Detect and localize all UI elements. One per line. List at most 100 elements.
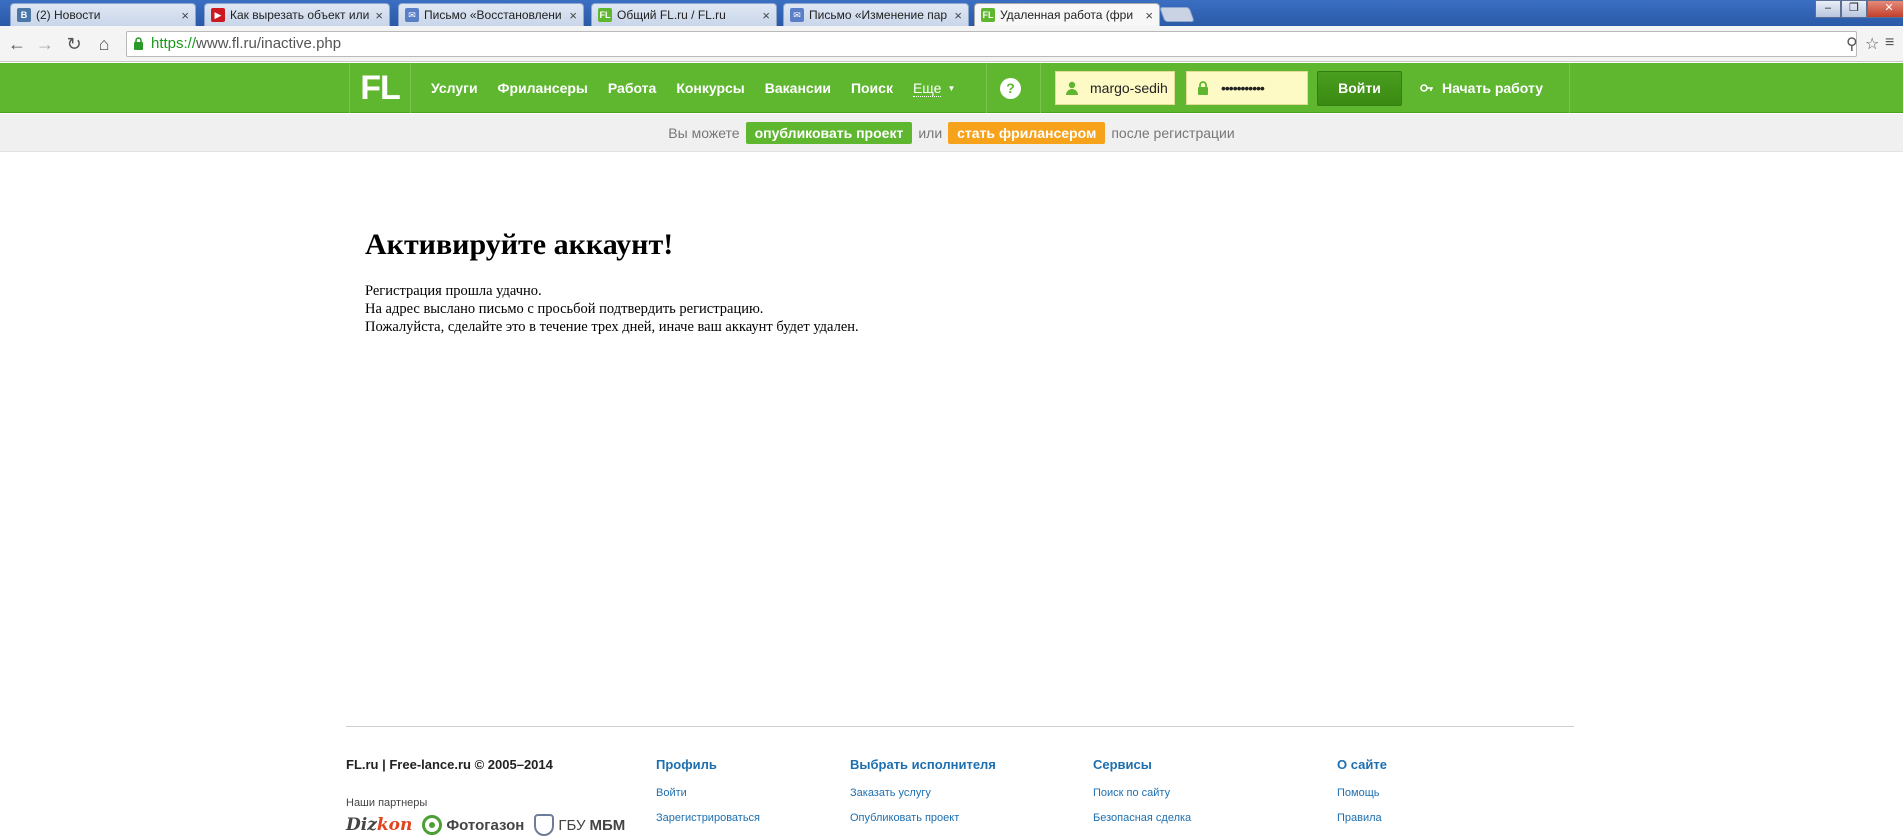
minimize-icon[interactable]: – xyxy=(1815,0,1841,18)
login-button[interactable]: Войти xyxy=(1317,71,1402,106)
menu-icon[interactable]: ≡ xyxy=(1885,34,1894,52)
footer-link-safe-deal[interactable]: Безопасная сделка xyxy=(1093,812,1191,824)
bookmark-star-icon[interactable]: ☆ xyxy=(1865,34,1879,54)
partner-fotogazon-logo[interactable]: Фотогазон xyxy=(422,815,524,835)
footer-divider xyxy=(346,726,1574,727)
youtube-icon: ▶ xyxy=(211,8,225,22)
reload-icon[interactable]: ↻ xyxy=(63,33,85,55)
strip-prefix: Вы можете xyxy=(668,124,740,141)
browser-tab[interactable]: В (2) Новости × xyxy=(10,3,196,26)
url-scheme: https:// xyxy=(151,35,197,52)
browser-tab[interactable]: ✉ Письмо «Восстановлени × xyxy=(398,3,584,26)
message-line: Пожалуйста, сделайте это в течение трех … xyxy=(365,319,859,335)
close-tab-icon[interactable]: × xyxy=(375,8,383,23)
browser-tab[interactable]: FL Общий FL.ru / FL.ru × xyxy=(591,3,777,26)
shield-icon xyxy=(534,814,555,836)
main-content: Активируйте аккаунт! Регистрация прошла … xyxy=(365,228,859,336)
footer-column-about: О сайте Помощь Правила xyxy=(1337,757,1387,824)
lock-icon xyxy=(134,37,143,50)
nav-search[interactable]: Поиск xyxy=(851,80,893,96)
close-window-icon[interactable]: ✕ xyxy=(1867,0,1903,18)
nav-work[interactable]: Работа xyxy=(608,80,656,96)
nav-freelancers[interactable]: Фрилансеры xyxy=(498,80,588,96)
tab-title: Письмо «Изменение пар xyxy=(809,8,948,22)
browser-tab[interactable]: ▶ Как вырезать объект или × xyxy=(204,3,390,26)
chevron-down-icon: ▼ xyxy=(947,83,956,93)
fl-icon: FL xyxy=(981,8,995,22)
become-freelancer-button[interactable]: стать фрилансером xyxy=(948,121,1106,144)
fl-logo[interactable]: FL xyxy=(349,63,411,113)
login-field[interactable]: margo-sedih xyxy=(1055,71,1175,105)
footer-heading: Выбрать исполнителя xyxy=(850,757,996,772)
tab-title: Общий FL.ru / FL.ru xyxy=(617,8,726,22)
footer-link-login[interactable]: Войти xyxy=(656,787,760,799)
divider xyxy=(1040,63,1041,113)
password-value: ••••••••••• xyxy=(1221,80,1265,96)
address-bar[interactable]: https://www.fl.ru/inactive.php xyxy=(126,31,1857,57)
footer-link-order-service[interactable]: Заказать услугу xyxy=(850,787,996,799)
close-tab-icon[interactable]: × xyxy=(762,8,770,23)
vk-icon: В xyxy=(17,8,31,22)
login-value: margo-sedih xyxy=(1090,80,1168,96)
activation-message: Регистрация прошла удачно. На адрес высл… xyxy=(365,282,859,336)
help-icon[interactable]: ? xyxy=(1000,78,1021,99)
restore-icon[interactable]: ❐ xyxy=(1841,0,1867,18)
footer-column-choose: Выбрать исполнителя Заказать услугу Опуб… xyxy=(850,757,996,824)
partner-dizkon-logo[interactable]: Dizkon xyxy=(346,815,412,835)
password-field[interactable]: ••••••••••• xyxy=(1186,71,1308,105)
lock-icon xyxy=(1195,80,1211,96)
forward-icon[interactable]: → xyxy=(34,33,56,55)
footer-heading: Профиль xyxy=(656,757,717,772)
new-tab-button[interactable] xyxy=(1159,7,1195,22)
close-tab-icon[interactable]: × xyxy=(181,8,189,23)
footer-heading: О сайте xyxy=(1337,757,1387,772)
site-header: FL Услуги Фрилансеры Работа Конкурсы Вак… xyxy=(0,63,1903,113)
start-work-button[interactable]: Начать работу xyxy=(1420,63,1543,113)
footer-link-rules[interactable]: Правила xyxy=(1337,812,1387,824)
message-line: На адрес выслано письмо с просьбой подтв… xyxy=(365,301,764,317)
footer-link-register[interactable]: Зарегистрироваться xyxy=(656,812,760,824)
browser-tab-bar: В (2) Новости × ▶ Как вырезать объект ил… xyxy=(0,0,1903,26)
back-icon[interactable]: ← xyxy=(6,33,28,55)
window-controls: – ❐ ✕ xyxy=(1815,0,1903,18)
footer-link-site-search[interactable]: Поиск по сайту xyxy=(1093,787,1191,799)
footer-copyright: FL.ru | Free-lance.ru © 2005–2014 xyxy=(346,757,553,772)
partners-logos: Dizkon Фотогазон ГБУ МБМ xyxy=(346,814,625,836)
key-icon xyxy=(1420,80,1434,96)
nav-contests[interactable]: Конкурсы xyxy=(676,80,744,96)
tab-title: (2) Новости xyxy=(36,8,101,22)
footer-link-publish-project[interactable]: Опубликовать проект xyxy=(850,812,996,824)
close-tab-icon[interactable]: × xyxy=(954,8,962,23)
partners-label: Наши партнеры xyxy=(346,797,428,809)
footer-heading: Сервисы xyxy=(1093,757,1152,772)
browser-toolbar: ← → ↻ ⌂ https://www.fl.ru/inactive.php ⚲… xyxy=(0,26,1903,62)
registration-strip: Вы можете опубликовать проект или стать … xyxy=(0,114,1903,152)
tab-title: Письмо «Восстановлени xyxy=(424,8,562,22)
partner-gbu-logo[interactable]: ГБУ МБМ xyxy=(534,814,625,836)
browser-tab[interactable]: ✉ Письмо «Изменение пар × xyxy=(783,3,969,26)
message-line: Регистрация прошла удачно. xyxy=(365,283,542,299)
close-tab-icon[interactable]: × xyxy=(569,8,577,23)
divider xyxy=(986,63,987,113)
publish-project-button[interactable]: опубликовать проект xyxy=(745,121,913,144)
mail-icon: ✉ xyxy=(790,8,804,22)
wrench-icon[interactable]: ⚲ xyxy=(1846,34,1858,54)
mail-icon: ✉ xyxy=(405,8,419,22)
tab-title: Удаленная работа (фри xyxy=(1000,8,1134,22)
main-nav: Услуги Фрилансеры Работа Конкурсы Ваканс… xyxy=(431,63,955,113)
page-title: Активируйте аккаунт! xyxy=(365,228,674,261)
browser-tab-active[interactable]: FL Удаленная работа (фри × xyxy=(974,3,1160,26)
nav-more[interactable]: Еще xyxy=(912,80,942,97)
close-tab-icon[interactable]: × xyxy=(1145,8,1153,23)
nav-services[interactable]: Услуги xyxy=(431,80,478,96)
strip-or: или xyxy=(918,124,943,141)
user-icon xyxy=(1064,80,1080,96)
footer-column-profile: Профиль Войти Зарегистрироваться xyxy=(656,757,760,824)
start-work-label: Начать работу xyxy=(1442,80,1543,96)
divider xyxy=(1569,63,1570,113)
strip-suffix: после регистрации xyxy=(1111,124,1235,141)
home-icon[interactable]: ⌂ xyxy=(93,33,115,55)
footer-link-help[interactable]: Помощь xyxy=(1337,787,1387,799)
nav-vacancies[interactable]: Вакансии xyxy=(765,80,831,96)
url-text: www.fl.ru/inactive.php xyxy=(196,35,342,52)
